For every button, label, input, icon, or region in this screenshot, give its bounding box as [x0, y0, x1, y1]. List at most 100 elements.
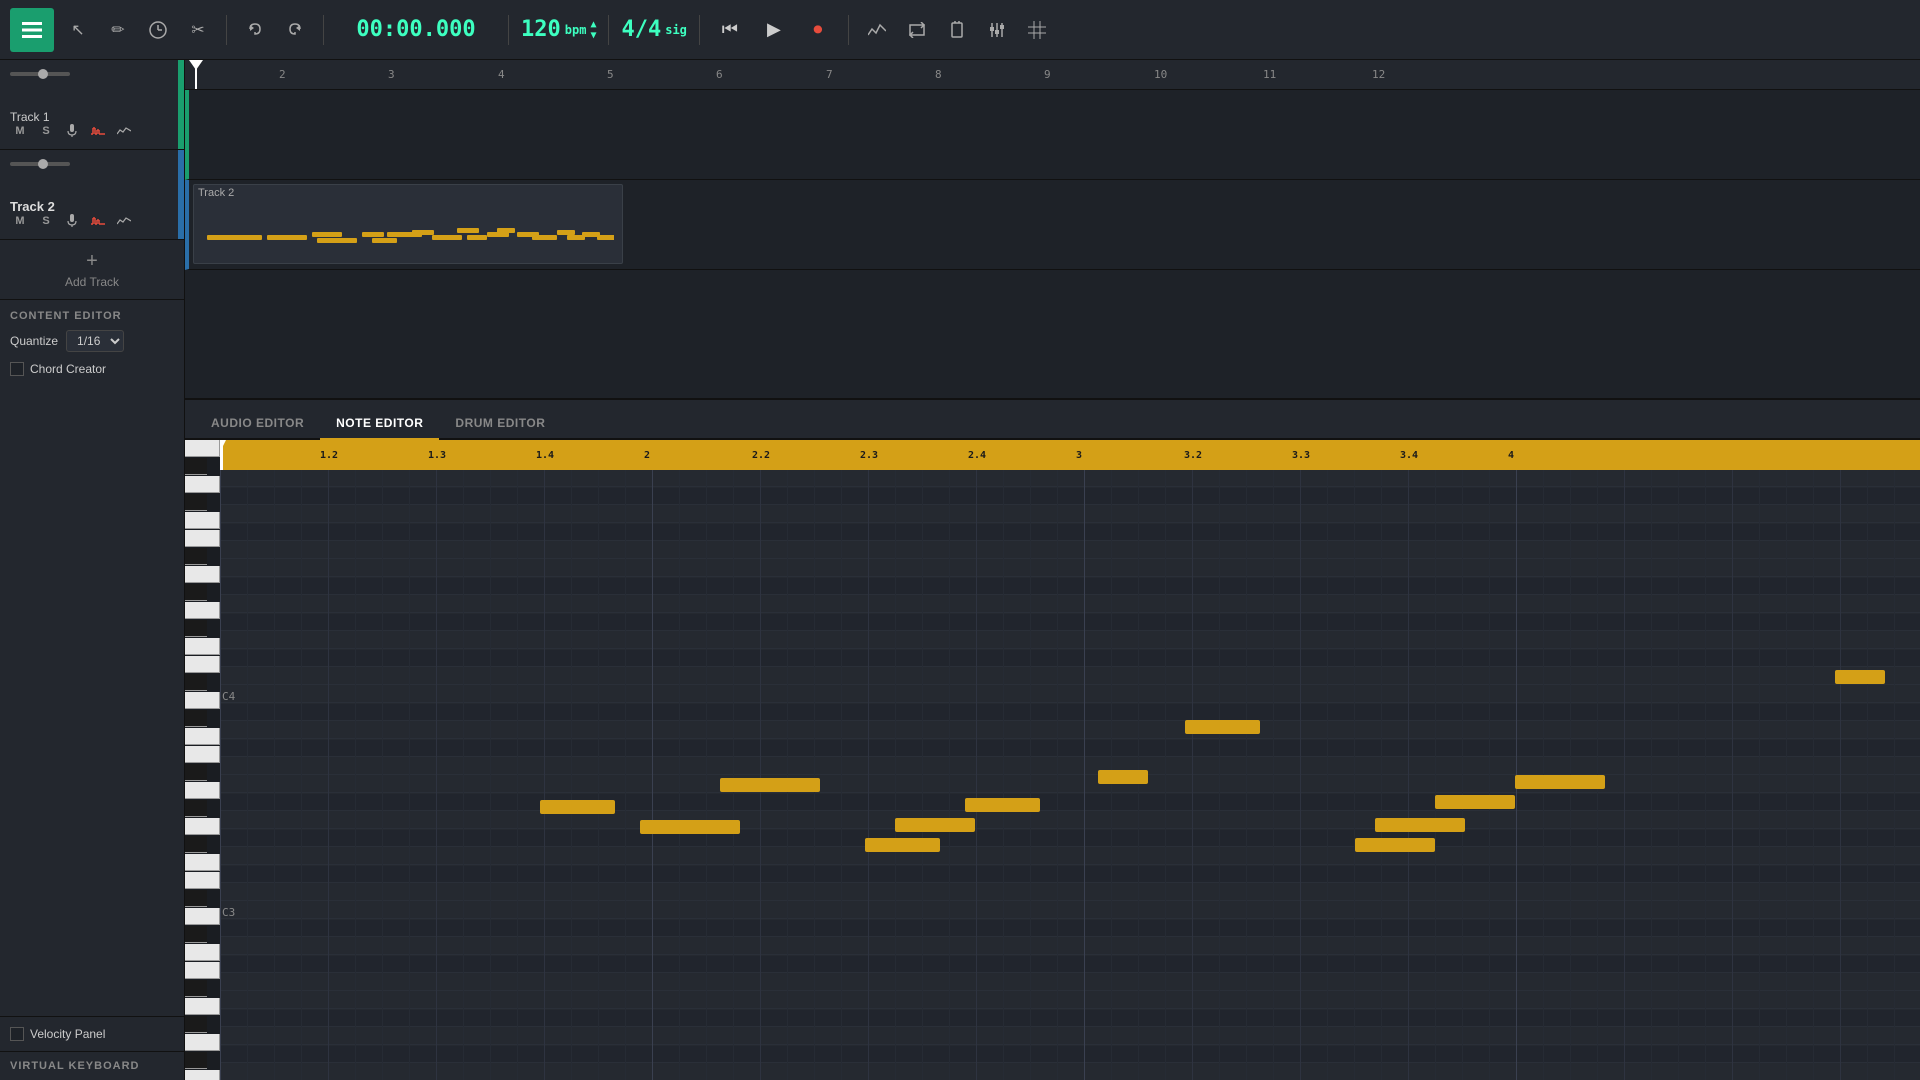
piano-key-6[interactable]	[185, 548, 207, 565]
grid-row-15	[220, 740, 1920, 757]
piano-key-35[interactable]	[185, 1070, 220, 1080]
track-2-clip[interactable]: Track 2	[193, 184, 623, 264]
piano-key-24[interactable]	[185, 872, 220, 889]
track-empty-row[interactable]	[185, 270, 1920, 399]
piano-key-32[interactable]	[185, 1016, 207, 1033]
note-10[interactable]	[1435, 795, 1515, 809]
piano-key-1[interactable]	[185, 458, 207, 475]
piano-key-26[interactable]	[185, 908, 220, 925]
piano-key-25[interactable]	[185, 890, 207, 907]
track-1-mic[interactable]	[62, 121, 82, 141]
piano-key-2[interactable]	[185, 476, 220, 493]
note-7[interactable]	[865, 838, 940, 852]
piano-key-34[interactable]	[185, 1052, 207, 1069]
track-2-volume-slider[interactable]	[10, 162, 70, 166]
piano-key-16[interactable]	[185, 728, 220, 745]
track-2-mute[interactable]: M	[10, 211, 30, 231]
piano-key-17[interactable]	[185, 746, 220, 763]
note-6[interactable]	[1098, 770, 1148, 784]
clock-tool[interactable]	[142, 14, 174, 46]
automation-icon[interactable]	[861, 14, 893, 46]
track-1-eq[interactable]	[88, 121, 108, 141]
grid-row-23	[220, 884, 1920, 901]
grid-row-10	[220, 650, 1920, 667]
note-grid[interactable]: C4 C3	[220, 470, 1920, 1080]
piano-key-4[interactable]	[185, 512, 220, 529]
piano-key-14[interactable]	[185, 692, 220, 709]
menu-button[interactable]	[10, 8, 54, 52]
track-1-volume-slider[interactable]	[10, 72, 70, 76]
separator-3	[508, 15, 509, 45]
note-11[interactable]	[1355, 838, 1435, 852]
playhead	[195, 60, 197, 89]
bpm-arrows[interactable]: ▲▼	[590, 19, 596, 41]
tab-audio-editor[interactable]: AUDIO EDITOR	[195, 408, 320, 440]
note-13[interactable]	[1835, 670, 1885, 684]
ruler-mark-12: 12	[1372, 68, 1385, 81]
piano-key-30[interactable]	[185, 980, 207, 997]
note-9[interactable]	[1375, 818, 1465, 832]
tab-drum-editor[interactable]: DRUM EDITOR	[439, 408, 561, 440]
note-4[interactable]	[895, 818, 975, 832]
piano-key-7[interactable]	[185, 566, 220, 583]
piano-key-20[interactable]	[185, 800, 207, 817]
piano-key-18[interactable]	[185, 764, 207, 781]
play-button[interactable]: ▶	[756, 12, 792, 48]
piano-key-33[interactable]	[185, 1034, 220, 1051]
track-1-solo[interactable]: S	[36, 121, 56, 141]
skip-back-button[interactable]: ⏮	[712, 12, 748, 48]
grid-icon[interactable]	[1021, 14, 1053, 46]
grid-mark-3-3: 3.3	[1292, 450, 1310, 461]
loop-icon[interactable]	[901, 14, 933, 46]
piano-key-28[interactable]	[185, 944, 220, 961]
track-1-automation[interactable]	[114, 121, 134, 141]
track-2-mic[interactable]	[62, 211, 82, 231]
track-1-row[interactable]	[185, 90, 1920, 180]
piano-key-13[interactable]	[185, 674, 207, 691]
record-button[interactable]: ⏺	[800, 12, 836, 48]
piano-key-21[interactable]	[185, 818, 220, 835]
scissors-tool[interactable]: ✂	[182, 14, 214, 46]
piano-key-0[interactable]	[185, 440, 220, 457]
piano-key-31[interactable]	[185, 998, 220, 1015]
piano-key-19[interactable]	[185, 782, 220, 799]
piano-key-9[interactable]	[185, 602, 220, 619]
piano-key-22[interactable]	[185, 836, 207, 853]
center-area: 2 3 4 5 6 7 8 9 10 11 12	[185, 60, 1920, 1080]
track-1-mute[interactable]: M	[10, 121, 30, 141]
undo-button[interactable]	[239, 14, 271, 46]
chord-creator-checkbox[interactable]	[10, 362, 24, 376]
piano-key-27[interactable]	[185, 926, 207, 943]
mixer-icon[interactable]	[981, 14, 1013, 46]
pencil-tool[interactable]: ✏	[102, 14, 134, 46]
add-track-button[interactable]: + Add Track	[0, 240, 184, 299]
track-2-automation[interactable]	[114, 211, 134, 231]
piano-key-29[interactable]	[185, 962, 220, 979]
plugin-icon[interactable]	[941, 14, 973, 46]
note-grid-container[interactable]: 1.2 1.3 1.4 2 2.2 2.3 2.4 3 3.2 3.3 3.4 …	[220, 440, 1920, 1080]
piano-key-3[interactable]	[185, 494, 207, 511]
grid-mark-4: 4	[1508, 450, 1514, 461]
note-8[interactable]	[1185, 720, 1260, 734]
track-2-eq[interactable]	[88, 211, 108, 231]
track-2-solo[interactable]: S	[36, 211, 56, 231]
note-5[interactable]	[965, 798, 1040, 812]
piano-key-23[interactable]	[185, 854, 220, 871]
note-1[interactable]	[540, 800, 615, 814]
piano-key-12[interactable]	[185, 656, 220, 673]
redo-button[interactable]	[279, 14, 311, 46]
piano-key-10[interactable]	[185, 620, 207, 637]
quantize-select[interactable]: 1/16 1/8 1/4 1/2 1	[66, 330, 124, 352]
piano-key-11[interactable]	[185, 638, 220, 655]
piano-key-8[interactable]	[185, 584, 207, 601]
piano-key-15[interactable]	[185, 710, 207, 727]
note-3[interactable]	[720, 778, 820, 792]
track-2-row[interactable]: Track 2	[185, 180, 1920, 270]
time-display: 00:00.000	[336, 17, 496, 42]
tab-note-editor[interactable]: NOTE EDITOR	[320, 408, 439, 440]
velocity-panel-checkbox[interactable]	[10, 1027, 24, 1041]
note-12[interactable]	[1515, 775, 1605, 789]
note-2[interactable]	[640, 820, 740, 834]
piano-key-5[interactable]	[185, 530, 220, 547]
select-tool[interactable]: ↖	[62, 14, 94, 46]
